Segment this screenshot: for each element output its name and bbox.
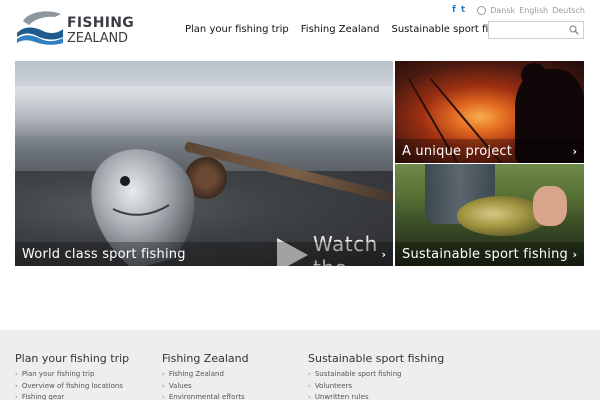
footer-link[interactable]: Plan your fishing trip: [15, 369, 129, 381]
hero-sustainable-tile[interactable]: Sustainable sport fishing ›: [395, 164, 584, 266]
angler-head-image: [521, 63, 547, 87]
nav-plan-trip[interactable]: Plan your fishing trip: [185, 24, 289, 35]
main-navigation: Plan your fishing trip Fishing Zealand S…: [185, 24, 515, 35]
language-dansk[interactable]: Dansk: [490, 6, 515, 15]
facebook-icon[interactable]: f: [452, 4, 456, 16]
footer-link[interactable]: Fishing gear: [15, 392, 129, 400]
nav-fishing-zealand[interactable]: Fishing Zealand: [301, 24, 380, 35]
language-selector: Dansk English Deutsch: [477, 5, 585, 15]
logo-text-zealand: ZEALAND: [67, 31, 128, 46]
search-box: [488, 21, 584, 43]
chevron-right-icon: ›: [572, 248, 577, 261]
footer-heading[interactable]: Sustainable sport fishing: [308, 352, 444, 365]
footer-column-sustainable: Sustainable sport fishing Sustainable sp…: [308, 352, 444, 400]
footer-heading[interactable]: Fishing Zealand: [162, 352, 249, 365]
footer-link[interactable]: Values: [162, 381, 249, 393]
language-deutsch[interactable]: Deutsch: [552, 6, 585, 15]
hand-image: [533, 186, 567, 226]
chevron-right-icon: ›: [381, 248, 386, 261]
caption-bar: Sustainable sport fishing ›: [395, 242, 584, 266]
caption-bar: A unique project ›: [395, 139, 584, 163]
footer-column-fishing-zealand: Fishing Zealand Fishing Zealand Values E…: [162, 352, 249, 400]
logo[interactable]: FISHING ZEALAND: [15, 7, 135, 46]
top-utility-bar: f t Dansk English Deutsch: [452, 3, 585, 17]
footer-link[interactable]: Volunteers: [308, 381, 444, 393]
caption-bar: World class sport fishing ›: [15, 242, 393, 266]
logo-text-fishing: FISHING: [67, 15, 135, 31]
hero-top-right-caption: A unique project: [402, 144, 513, 159]
social-links: f t: [452, 4, 465, 16]
footer-column-plan: Plan your fishing trip Plan your fishing…: [15, 352, 129, 400]
site-footer: Plan your fishing trip Plan your fishing…: [0, 330, 600, 400]
footer-link[interactable]: Sustainable sport fishing: [308, 369, 444, 381]
footer-link[interactable]: Fishing Zealand: [162, 369, 249, 381]
footer-link[interactable]: Unwritten rules: [308, 392, 444, 400]
search-icon[interactable]: [569, 25, 579, 35]
language-english[interactable]: English: [519, 6, 548, 15]
logo-fish-icon: [17, 11, 63, 45]
footer-link[interactable]: Overview of fishing locations: [15, 381, 129, 393]
hero-world-class-tile[interactable]: Watch the film World class sport fishing…: [15, 61, 393, 266]
search-input[interactable]: [489, 26, 565, 43]
hero-bottom-right-caption: Sustainable sport fishing: [402, 247, 568, 262]
footer-heading[interactable]: Plan your fishing trip: [15, 352, 129, 365]
hero-main-caption: World class sport fishing: [22, 247, 186, 262]
site-header: FISHING ZEALAND f t Dansk English Deutsc…: [0, 0, 600, 52]
chevron-right-icon: ›: [572, 145, 577, 158]
twitter-icon[interactable]: t: [461, 4, 465, 16]
footer-link[interactable]: Environmental efforts: [162, 392, 249, 400]
hero-unique-project-tile[interactable]: A unique project ›: [395, 61, 584, 163]
globe-icon: [477, 5, 487, 15]
